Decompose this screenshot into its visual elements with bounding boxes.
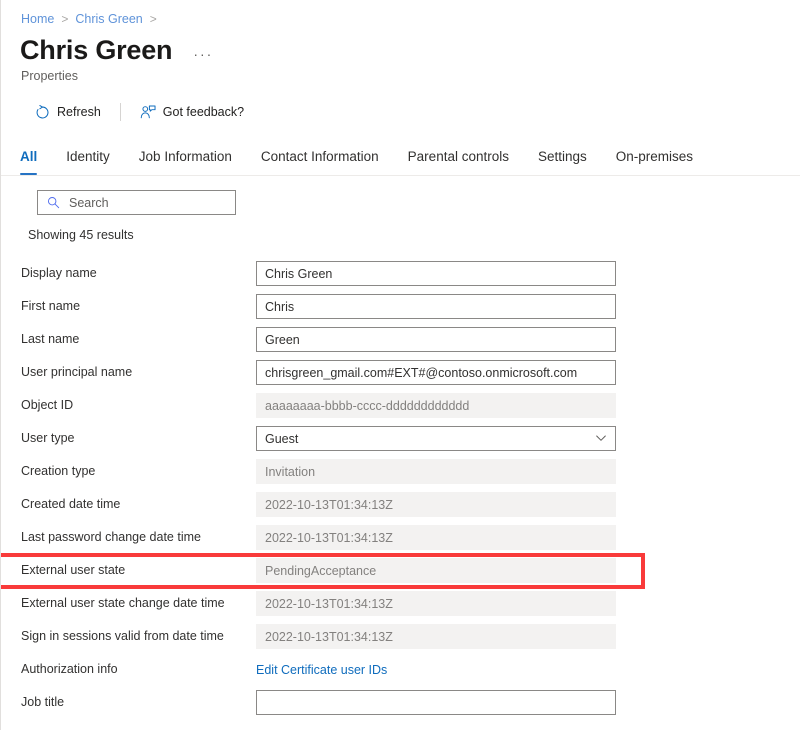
user-type-select[interactable]: Guest <box>256 426 616 451</box>
user-type-selected-value: Guest <box>265 431 299 446</box>
edit-certificate-user-ids-link[interactable]: Edit Certificate user IDs <box>256 663 387 677</box>
first-name-input[interactable] <box>256 294 616 319</box>
property-value <box>256 327 616 352</box>
property-row-last-password-change-date-time: Last password change date time 2022-10-1… <box>1 521 800 554</box>
property-value: aaaaaaaa-bbbb-cccc-dddddddddddd <box>256 393 616 418</box>
sign-in-sessions-valid-from-date-time-value: 2022-10-13T01:34:13Z <box>256 624 616 649</box>
property-value: 2022-10-13T01:34:13Z <box>256 624 616 649</box>
property-row-external-user-state-change-date-time: External user state change date time 202… <box>1 587 800 620</box>
tab-parental-controls[interactable]: Parental controls <box>408 148 509 175</box>
external-user-state-value: PendingAcceptance <box>256 558 616 583</box>
search-area <box>1 176 800 215</box>
tab-on-premises[interactable]: On-premises <box>616 148 693 175</box>
breadcrumb-item-chris-green[interactable]: Chris Green <box>75 11 142 27</box>
property-row-user-type: User type Guest <box>1 422 800 455</box>
breadcrumb-separator-icon-2: > <box>149 12 157 26</box>
property-value <box>256 294 616 319</box>
property-value: 2022-10-13T01:34:13Z <box>256 492 616 517</box>
property-label: Object ID <box>21 398 74 412</box>
page-subtitle: Properties <box>21 69 78 83</box>
property-value <box>256 360 616 385</box>
property-value: 2022-10-13T01:34:13Z <box>256 525 616 550</box>
property-row-job-title: Job title <box>1 686 800 719</box>
property-row-created-date-time: Created date time 2022-10-13T01:34:13Z <box>1 488 800 521</box>
breadcrumb-item-home[interactable]: Home <box>21 11 54 27</box>
property-label: First name <box>21 299 81 313</box>
property-row-object-id: Object ID aaaaaaaa-bbbb-cccc-ddddddddddd… <box>1 389 800 422</box>
property-row-sign-in-sessions-valid-from-date-time: Sign in sessions valid from date time 20… <box>1 620 800 653</box>
property-value: Edit Certificate user IDs <box>256 661 616 679</box>
search-icon <box>46 195 60 210</box>
property-label: Authorization info <box>21 662 118 676</box>
property-value: Guest <box>256 426 616 451</box>
command-bar: Refresh Got feedback? <box>1 95 800 129</box>
property-label: External user state <box>21 563 126 577</box>
property-label: Creation type <box>21 464 96 478</box>
search-box[interactable] <box>37 190 236 215</box>
got-feedback-button-label: Got feedback? <box>162 105 245 119</box>
user-principal-name-input[interactable] <box>256 360 616 385</box>
got-feedback-button[interactable]: Got feedback? <box>131 97 253 127</box>
last-name-input[interactable] <box>256 327 616 352</box>
property-label: Last name <box>21 332 80 346</box>
display-name-input[interactable] <box>256 261 616 286</box>
property-label: Job title <box>21 695 65 709</box>
property-row-authorization-info: Authorization info Edit Certificate user… <box>1 653 800 686</box>
results-count: Showing 45 results <box>28 228 134 242</box>
tab-all[interactable]: All <box>20 148 38 175</box>
created-date-time-value: 2022-10-13T01:34:13Z <box>256 492 616 517</box>
properties-list: Display name First name Last name User p… <box>1 257 800 719</box>
property-value: 2022-10-13T01:34:13Z <box>256 591 616 616</box>
search-input[interactable] <box>38 191 235 214</box>
external-user-state-change-date-time-value: 2022-10-13T01:34:13Z <box>256 591 616 616</box>
command-bar-divider <box>119 103 121 121</box>
properties-page: Home > Chris Green > Chris Green ··· Pro… <box>0 0 800 730</box>
property-label: Created date time <box>21 497 121 511</box>
property-label: Last password change date time <box>21 530 201 544</box>
property-row-display-name: Display name <box>1 257 800 290</box>
page-title-row: Chris Green ··· <box>1 27 800 67</box>
property-value: PendingAcceptance <box>256 558 616 583</box>
breadcrumb-separator-icon: > <box>61 12 69 26</box>
feedback-person-icon <box>140 104 156 120</box>
job-title-input[interactable] <box>256 690 616 715</box>
refresh-button[interactable]: Refresh <box>25 97 110 127</box>
more-options-icon[interactable]: ··· <box>190 47 216 61</box>
tab-contact-information[interactable]: Contact Information <box>261 148 379 175</box>
property-row-first-name: First name <box>1 290 800 323</box>
property-row-external-user-state: External user state PendingAcceptance <box>1 552 800 589</box>
tab-identity[interactable]: Identity <box>66 148 110 175</box>
property-row-creation-type: Creation type Invitation <box>1 455 800 488</box>
tab-bar: All Identity Job Information Contact Inf… <box>1 136 800 176</box>
property-value <box>256 690 616 715</box>
page-title: Chris Green <box>20 35 173 65</box>
creation-type-value: Invitation <box>256 459 616 484</box>
property-value <box>256 261 616 286</box>
tab-job-information[interactable]: Job Information <box>139 148 232 175</box>
refresh-icon <box>34 104 50 120</box>
property-label: Sign in sessions valid from date time <box>21 629 224 643</box>
refresh-button-label: Refresh <box>57 105 101 119</box>
property-label: User principal name <box>21 365 133 379</box>
last-password-change-date-time-value: 2022-10-13T01:34:13Z <box>256 525 616 550</box>
property-row-user-principal-name: User principal name <box>1 356 800 389</box>
tab-settings[interactable]: Settings <box>538 148 587 175</box>
property-value: Invitation <box>256 459 616 484</box>
property-row-last-name: Last name <box>1 323 800 356</box>
property-label: External user state change date time <box>21 596 225 610</box>
chevron-down-icon <box>596 434 606 444</box>
property-label: Display name <box>21 266 97 280</box>
breadcrumb: Home > Chris Green > <box>1 0 800 27</box>
object-id-value: aaaaaaaa-bbbb-cccc-dddddddddddd <box>256 393 616 418</box>
property-label: User type <box>21 431 75 445</box>
